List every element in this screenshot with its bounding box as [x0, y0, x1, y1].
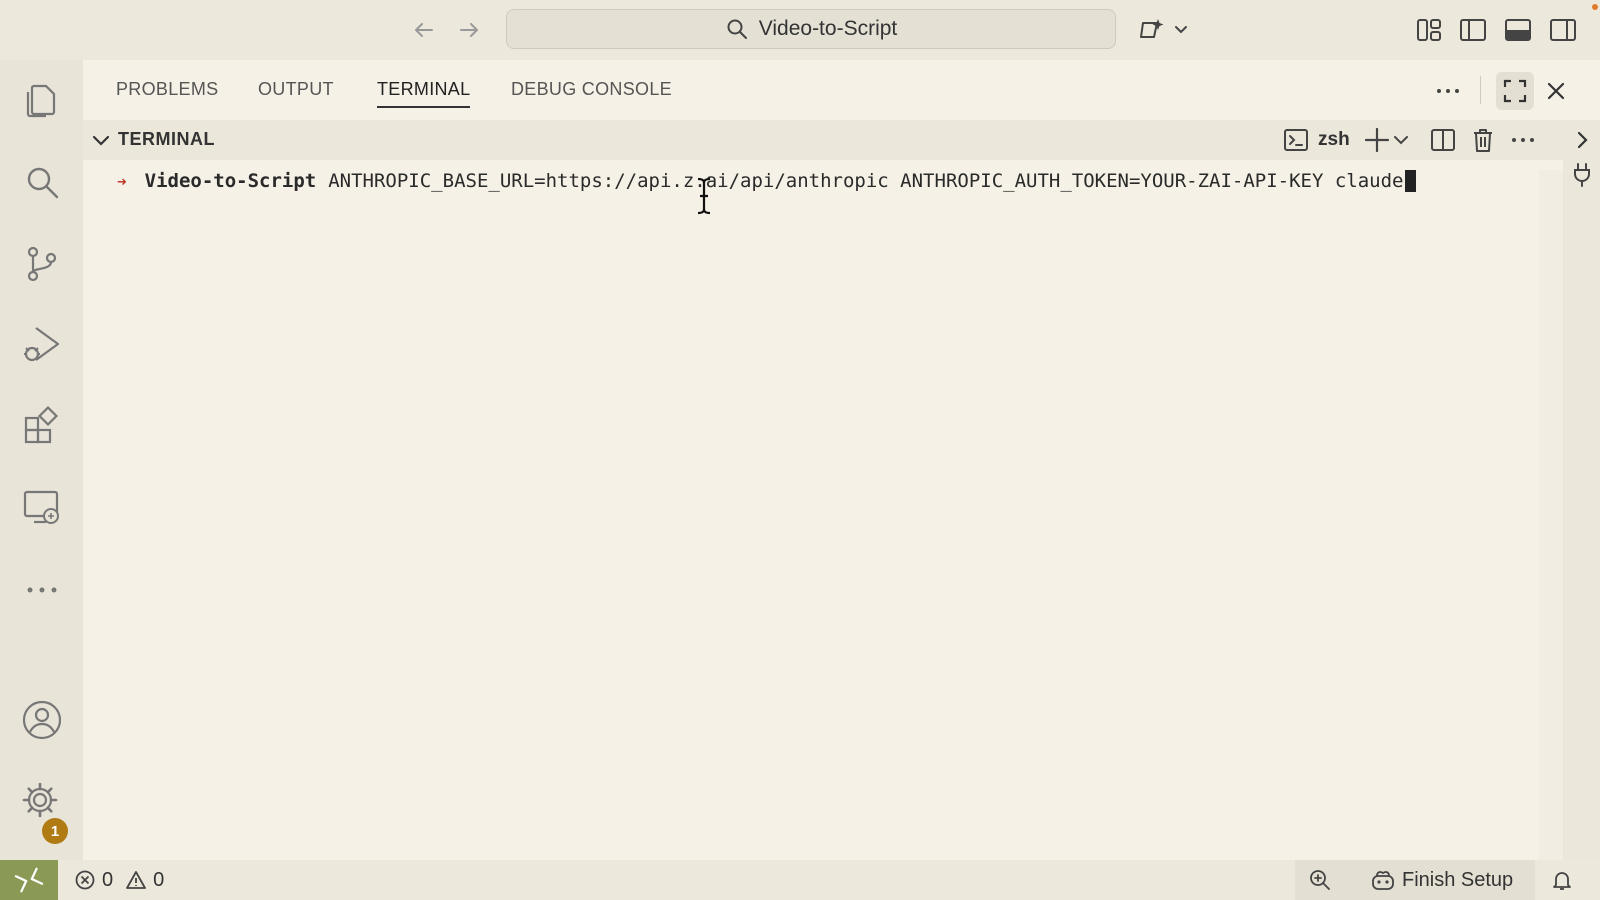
plug-icon[interactable]	[1571, 160, 1593, 188]
terminal-section-header[interactable]: TERMINAL zsh	[83, 120, 1563, 160]
toggle-panel-icon[interactable]	[1503, 15, 1533, 45]
chevron-right-icon[interactable]	[1571, 126, 1593, 154]
tab-debug-console[interactable]: DEBUG CONSOLE	[511, 79, 672, 106]
toggle-secondary-sidebar-icon[interactable]	[1548, 15, 1578, 45]
terminal-output[interactable]: ➜ Video-to-Script ANTHROPIC_BASE_URL=htt…	[83, 160, 1539, 860]
command-text: ANTHROPIC_BASE_URL=https://api.z.ai/api/…	[328, 170, 1404, 192]
panel-tab-bar: PROBLEMS OUTPUT TERMINAL DEBUG CONSOLE	[83, 60, 1600, 120]
panel-more-actions-icon[interactable]	[1433, 76, 1463, 106]
error-count: 0	[102, 868, 114, 891]
finish-setup-button[interactable]: Finish Setup	[1370, 860, 1513, 900]
terminal-cursor	[1404, 170, 1416, 192]
warning-icon	[125, 869, 147, 891]
tab-terminal[interactable]: TERMINAL	[377, 79, 471, 108]
terminal-more-actions-icon[interactable]	[1509, 126, 1537, 154]
close-panel-icon[interactable]	[1541, 76, 1571, 106]
notification-dot	[1592, 4, 1598, 10]
title-bar: Video-to-Script	[0, 0, 1600, 60]
toggle-primary-sidebar-icon[interactable]	[1458, 15, 1488, 45]
mouse-ibeam-cursor-icon	[695, 176, 713, 216]
terminal-shell-icon[interactable]	[1282, 126, 1310, 154]
search-icon	[725, 17, 749, 41]
split-terminal-icon[interactable]	[1429, 126, 1457, 154]
error-icon	[74, 869, 96, 891]
bottom-panel: PROBLEMS OUTPUT TERMINAL DEBUG CONSOLE T…	[83, 60, 1600, 860]
terminal-profiles-chevron-icon[interactable]	[1391, 126, 1411, 154]
explorer-icon[interactable]	[20, 78, 64, 122]
copilot-sparkle-icon[interactable]	[1138, 15, 1188, 45]
new-terminal-plus-icon[interactable]	[1363, 126, 1391, 154]
remote-indicator-button[interactable]	[0, 860, 58, 900]
command-center-search[interactable]: Video-to-Script	[506, 9, 1116, 49]
prompt-directory: Video-to-Script	[144, 170, 317, 192]
remote-icon	[14, 867, 44, 893]
search-icon[interactable]	[20, 160, 64, 204]
problems-status[interactable]: 0 0	[74, 860, 164, 900]
maximize-icon	[1503, 79, 1527, 103]
terminal-scrollbar[interactable]	[1539, 170, 1563, 860]
more-views-icon[interactable]	[20, 568, 64, 612]
remote-explorer-icon[interactable]	[20, 486, 64, 530]
warning-count: 0	[153, 868, 165, 891]
notifications-bell-icon[interactable]	[1550, 860, 1574, 900]
settings-update-badge: 1	[42, 818, 68, 844]
terminal-command-line: ➜ Video-to-Script ANTHROPIC_BASE_URL=htt…	[117, 170, 1416, 192]
activity-bar	[0, 60, 83, 860]
toolbar-separator	[1480, 76, 1481, 104]
chevron-down-icon[interactable]	[87, 126, 115, 154]
source-control-icon[interactable]	[20, 242, 64, 286]
shell-name[interactable]: zsh	[1318, 129, 1350, 151]
status-bar: 0 0 Finish Setup	[0, 860, 1600, 900]
terminal-tabs-strip	[1563, 120, 1600, 860]
prompt-arrow: ➜	[117, 171, 127, 191]
zoom-in-icon[interactable]	[1308, 860, 1332, 900]
run-debug-icon[interactable]	[20, 322, 64, 366]
kill-terminal-trash-icon[interactable]	[1469, 126, 1497, 154]
terminal-section-title: TERMINAL	[118, 129, 215, 149]
command-center-label: Video-to-Script	[758, 17, 898, 40]
extensions-icon[interactable]	[20, 404, 64, 448]
tab-output[interactable]: OUTPUT	[258, 79, 334, 106]
maximize-panel-button[interactable]	[1496, 72, 1534, 110]
finish-setup-label: Finish Setup	[1402, 868, 1514, 891]
customize-layout-icon[interactable]	[1414, 15, 1444, 45]
back-arrow-icon[interactable]	[410, 16, 438, 44]
accounts-icon[interactable]	[20, 698, 64, 742]
tab-problems[interactable]: PROBLEMS	[116, 79, 218, 106]
copilot-icon	[1370, 868, 1396, 892]
forward-arrow-icon[interactable]	[455, 16, 483, 44]
